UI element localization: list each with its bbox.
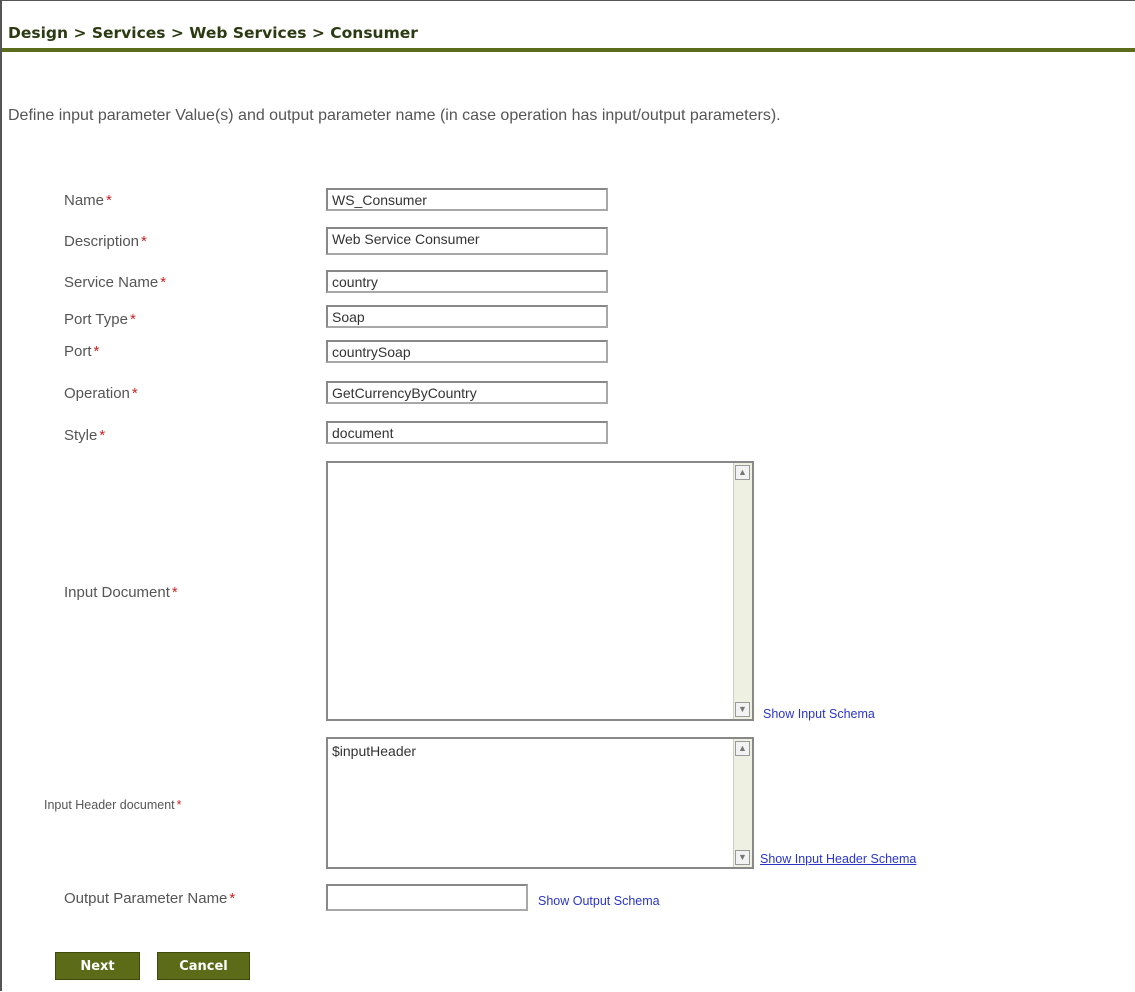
scroll-down-icon[interactable]: ▼ [735, 702, 750, 717]
style-label: Style * [64, 427, 106, 444]
breadcrumb: Design > Services > Web Services > Consu… [8, 24, 418, 42]
description-label: Description * [64, 233, 147, 250]
port-type-label: Port Type * [64, 311, 136, 328]
scroll-up-icon[interactable]: ▲ [735, 465, 750, 480]
required-marker: * [141, 233, 147, 250]
input-header-label: Input Header document * [44, 798, 182, 812]
input-document-scrollbar[interactable]: ▲ ▼ [733, 463, 752, 719]
operation-label: Operation * [64, 385, 138, 402]
breadcrumb-divider [2, 48, 1135, 52]
required-marker: * [93, 343, 100, 360]
input-header-scrollbar[interactable]: ▲ ▼ [733, 739, 752, 867]
input-document-textarea[interactable]: ▲ ▼ [326, 461, 754, 721]
output-parameter-field[interactable] [326, 884, 528, 911]
required-marker: * [99, 427, 106, 444]
required-marker: * [176, 798, 182, 812]
output-parameter-label: Output Parameter Name * [64, 890, 236, 907]
style-field[interactable]: document [326, 421, 608, 444]
service-name-field[interactable]: country [326, 270, 608, 293]
required-marker: * [160, 274, 167, 291]
show-input-schema-link[interactable]: Show Input Schema [763, 707, 875, 721]
show-input-header-schema-link[interactable]: Show Input Header Schema [760, 852, 916, 866]
scroll-down-icon[interactable]: ▼ [735, 850, 750, 865]
name-label: Name * [64, 192, 112, 209]
port-field[interactable]: countrySoap [326, 340, 608, 363]
required-marker: * [129, 311, 136, 328]
show-output-schema-link[interactable]: Show Output Schema [538, 894, 660, 908]
service-name-label: Service Name * [64, 274, 167, 291]
operation-field[interactable]: GetCurrencyByCountry [326, 381, 608, 404]
cancel-button[interactable]: Cancel [157, 952, 250, 980]
required-marker: * [131, 385, 138, 402]
name-field[interactable]: WS_Consumer [326, 188, 608, 211]
input-header-text: $inputHeader [332, 743, 417, 759]
required-marker: * [171, 584, 178, 601]
required-marker: * [229, 890, 236, 907]
next-button[interactable]: Next [55, 952, 140, 980]
input-header-textarea[interactable]: $inputHeader ▲ ▼ [326, 737, 754, 869]
scroll-up-icon[interactable]: ▲ [735, 741, 750, 756]
input-document-label: Input Document * [64, 584, 178, 601]
instructions-text: Define input parameter Value(s) and outp… [8, 107, 781, 124]
description-field[interactable]: Web Service Consumer [326, 227, 608, 255]
port-type-field[interactable]: Soap [326, 305, 608, 328]
port-label: Port * [64, 343, 100, 360]
required-marker: * [106, 192, 112, 209]
